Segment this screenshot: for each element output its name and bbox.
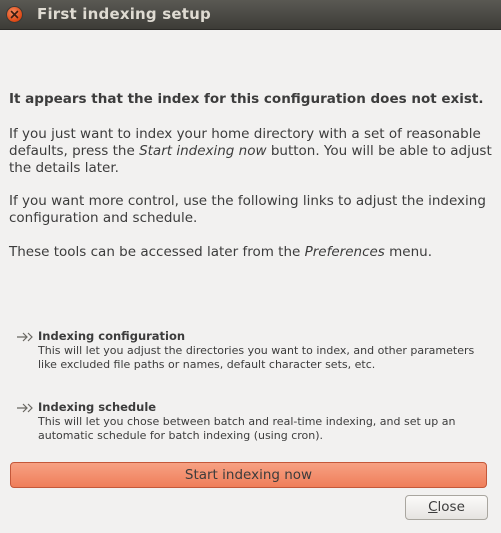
arrow-link-icon — [17, 403, 33, 413]
link-description: This will let you chose between batch an… — [38, 415, 456, 442]
close-mnemonic: C — [428, 499, 438, 515]
intro-paragraph-defaults: If you just want to index your home dire… — [9, 126, 493, 177]
dialog-window: First indexing setup It appears that the… — [0, 0, 501, 533]
intro-paragraph-control: If you want more control, use the follow… — [9, 193, 486, 226]
close-button[interactable]: Close — [405, 495, 488, 520]
title-bar[interactable]: First indexing setup — [0, 0, 501, 30]
intro-text: menu. — [384, 244, 432, 260]
window-close-icon[interactable] — [6, 6, 23, 23]
start-indexing-button[interactable]: Start indexing now — [10, 462, 487, 488]
link-description: This will let you adjust the directories… — [38, 344, 475, 371]
index-missing-heading: It appears that the index for this confi… — [9, 91, 484, 107]
link-title[interactable]: Indexing configuration — [38, 329, 185, 343]
window-title: First indexing setup — [37, 5, 211, 23]
link-title[interactable]: Indexing schedule — [38, 400, 156, 414]
intro-emphasis: Start indexing now — [139, 143, 267, 159]
arrow-link-icon — [17, 332, 33, 342]
close-label: lose — [437, 499, 465, 515]
intro-paragraph-preferences: These tools can be accessed later from t… — [9, 244, 493, 261]
intro-text: These tools can be accessed later from t… — [9, 244, 305, 260]
indexing-schedule-link[interactable]: Indexing schedule This will let you chos… — [16, 400, 486, 442]
indexing-configuration-link[interactable]: Indexing configuration This will let you… — [16, 329, 486, 371]
intro-emphasis: Preferences — [304, 244, 385, 260]
